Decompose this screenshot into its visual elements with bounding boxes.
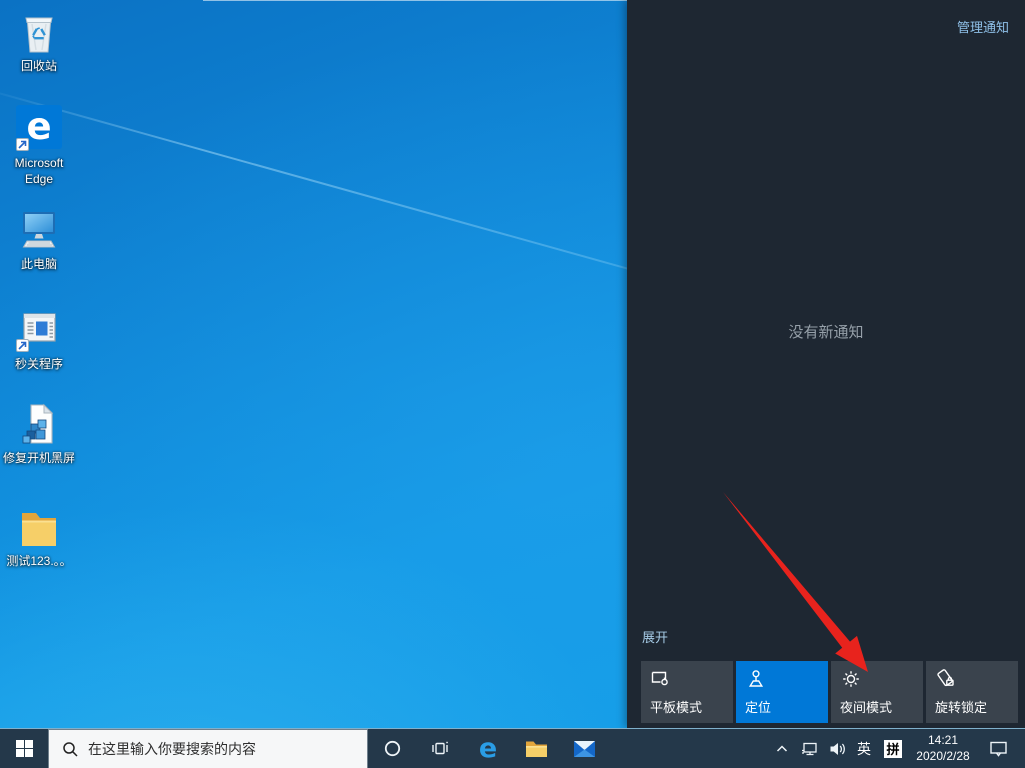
desktop-icon-test-folder[interactable]: 测试123.。。 bbox=[1, 503, 77, 570]
shortcut-arrow-icon bbox=[16, 138, 29, 151]
search-icon bbox=[62, 741, 79, 758]
notification-bubble-icon bbox=[989, 740, 1008, 758]
desktop-icon-label: Microsoft Edge bbox=[1, 156, 77, 187]
location-icon bbox=[745, 668, 767, 690]
search-input[interactable] bbox=[88, 741, 367, 757]
volume-icon bbox=[829, 741, 846, 757]
registry-file-icon bbox=[15, 400, 63, 448]
clock-time: 14:21 bbox=[909, 733, 977, 749]
desktop-icon-recycle-bin[interactable]: 回收站 bbox=[1, 8, 77, 75]
tray-overflow-button[interactable] bbox=[769, 729, 795, 768]
top-edge-sliver bbox=[203, 0, 627, 1]
desktop-icon-label: 此电脑 bbox=[1, 257, 77, 273]
file-explorer-icon bbox=[525, 739, 548, 758]
app-window-shortcut-icon bbox=[15, 306, 63, 354]
desktop-icon-label: 回收站 bbox=[1, 59, 77, 75]
quick-action-rotation-lock[interactable]: 旋转锁定 bbox=[926, 661, 1018, 723]
quick-action-night-mode[interactable]: 夜间模式 bbox=[831, 661, 923, 723]
no-notifications-text: 没有新通知 bbox=[627, 321, 1025, 342]
taskbar-search-box[interactable] bbox=[48, 729, 368, 768]
desktop-icon-this-pc[interactable]: 此电脑 bbox=[1, 206, 77, 273]
expand-link[interactable]: 展开 bbox=[642, 627, 668, 646]
task-view-button[interactable] bbox=[416, 729, 464, 768]
desktop: 回收站 e Microsoft Edge bbox=[0, 0, 1025, 768]
manage-notifications-link[interactable]: 管理通知 bbox=[957, 17, 1009, 36]
desktop-icon-app-shortcut[interactable]: 秒关程序 bbox=[1, 306, 77, 373]
desktop-icon-label: 秒关程序 bbox=[1, 357, 77, 373]
quick-action-label: 夜间模式 bbox=[840, 697, 892, 716]
mail-button[interactable] bbox=[560, 729, 608, 768]
recycle-bin-icon bbox=[15, 8, 63, 56]
file-explorer-button[interactable] bbox=[512, 729, 560, 768]
folder-icon bbox=[15, 503, 63, 551]
network-icon bbox=[801, 741, 818, 757]
quick-action-label: 平板模式 bbox=[650, 697, 702, 716]
action-center-button[interactable] bbox=[977, 729, 1019, 768]
quick-action-label: 定位 bbox=[745, 697, 771, 716]
desktop-icon-label: 修复开机黑屏 bbox=[1, 451, 77, 467]
task-view-icon bbox=[431, 740, 449, 757]
mail-icon bbox=[573, 740, 596, 758]
edge-taskbar-button[interactable]: e bbox=[464, 729, 512, 768]
cortana-icon bbox=[384, 740, 401, 757]
clock-date: 2020/2/28 bbox=[909, 749, 977, 765]
taskbar: e bbox=[0, 728, 1025, 768]
volume-tray-button[interactable] bbox=[823, 729, 851, 768]
quick-action-location[interactable]: 定位 bbox=[736, 661, 828, 723]
ime-mode-badge[interactable]: 拼 bbox=[884, 740, 902, 758]
ime-language-indicator[interactable]: 英 bbox=[851, 739, 877, 759]
quick-action-tablet-mode[interactable]: 平板模式 bbox=[641, 661, 733, 723]
quick-actions-row: 平板模式 定位 夜间模 bbox=[641, 661, 1018, 723]
quick-action-label: 旋转锁定 bbox=[935, 697, 987, 716]
desktop-icon-label: 测试123.。。 bbox=[1, 554, 77, 570]
start-button[interactable] bbox=[0, 729, 48, 768]
shortcut-arrow-icon bbox=[16, 339, 29, 352]
network-tray-button[interactable] bbox=[795, 729, 823, 768]
windows-logo-icon bbox=[16, 740, 33, 757]
night-mode-icon bbox=[840, 668, 862, 690]
cortana-button[interactable] bbox=[368, 729, 416, 768]
rotation-lock-icon bbox=[935, 668, 957, 690]
desktop-icon-microsoft-edge[interactable]: e Microsoft Edge bbox=[1, 103, 77, 187]
tablet-mode-icon bbox=[650, 668, 672, 690]
action-center-panel: 管理通知 没有新通知 展开 平板模式 bbox=[627, 0, 1025, 728]
edge-icon: e bbox=[479, 735, 497, 762]
chevron-up-icon bbox=[775, 742, 789, 756]
microsoft-edge-icon: e bbox=[15, 105, 63, 153]
desktop-icon-registry-fix[interactable]: 修复开机黑屏 bbox=[1, 400, 77, 467]
this-pc-icon bbox=[15, 206, 63, 254]
system-tray: 英 拼 14:21 2020/2/28 bbox=[769, 729, 1025, 768]
taskbar-clock[interactable]: 14:21 2020/2/28 bbox=[909, 733, 977, 764]
